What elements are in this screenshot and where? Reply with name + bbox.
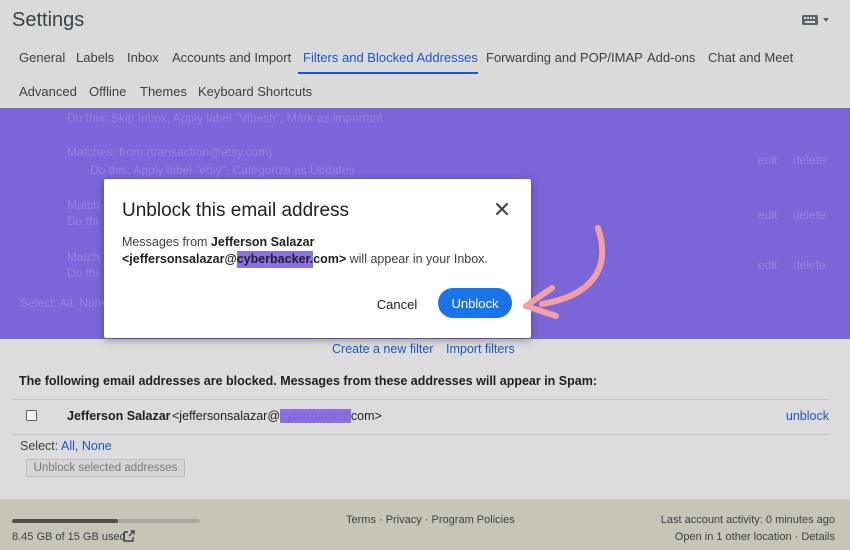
filter-row-text: Do thi xyxy=(67,214,99,228)
tab-keyboard-shortcuts[interactable]: Keyboard Shortcuts xyxy=(198,84,312,99)
dialog-message-prefix: Messages from xyxy=(122,235,211,249)
select-all-link[interactable]: All xyxy=(61,439,75,453)
blocked-sender-name: Jefferson Salazar xyxy=(67,409,171,423)
dialog-sender-name: Jefferson Salazar xyxy=(210,235,315,249)
tab-offline[interactable]: Offline xyxy=(89,84,126,99)
tab-advanced[interactable]: Advanced xyxy=(19,84,77,99)
storage-usage-text: 8.45 GB of 15 GB used xyxy=(12,531,126,543)
email-end: com> xyxy=(350,409,382,423)
tab-chat-and-meet[interactable]: Chat and Meet xyxy=(708,50,793,65)
filter-edit-link: edit xyxy=(758,208,778,222)
unblock-button[interactable]: Unblock xyxy=(438,288,512,318)
dialog-sender-email-start: <jeffersonsalazar@ xyxy=(122,252,237,266)
filter-delete-link: delete xyxy=(793,258,826,272)
dialog-title: Unblock this email address xyxy=(122,200,350,221)
tab-filters-and-blocked-addresses[interactable]: Filters and Blocked Addresses xyxy=(303,50,478,65)
row-checkbox[interactable] xyxy=(26,410,37,421)
filter-edit-link: edit xyxy=(758,258,778,272)
settings-tabs-row-1: General Labels Inbox Accounts and Import… xyxy=(0,40,850,74)
unblock-dialog: Unblock this email address Messages from… xyxy=(104,179,531,338)
tab-accounts-and-import[interactable]: Accounts and Import xyxy=(172,50,291,65)
select-controls: Select: All, None xyxy=(20,439,112,453)
select-none-link[interactable]: None xyxy=(82,439,112,453)
tab-add-ons[interactable]: Add-ons xyxy=(647,50,695,65)
import-filters-link[interactable]: Import filters xyxy=(446,342,515,356)
settings-header: Settings xyxy=(0,0,850,42)
filter-row-text: Do this: Skip Inbox, Apply label "Vibesh… xyxy=(67,111,383,125)
create-filter-link[interactable]: Create a new filter xyxy=(332,342,433,356)
dialog-sender-email-end: com> xyxy=(313,252,347,266)
filter-delete-link: delete xyxy=(793,153,826,167)
last-activity-text: Last account activity: 0 minutes ago xyxy=(660,514,835,526)
blocked-addresses-message: The following email addresses are blocke… xyxy=(19,374,597,388)
row-unblock-link[interactable]: unblock xyxy=(786,409,829,423)
settings-tabs-row-2: Advanced Offline Themes Keyboard Shortcu… xyxy=(0,74,850,108)
divider xyxy=(12,399,830,400)
storage-bar-fill xyxy=(12,519,118,523)
filter-delete-link: delete xyxy=(793,208,826,222)
annotation-arrow-icon xyxy=(523,225,606,319)
keyboard-icon[interactable] xyxy=(802,14,830,26)
blocked-addresses-section: Create a new filter Import filters The f… xyxy=(0,339,850,499)
filter-row-text: Match xyxy=(67,198,100,212)
email-redacted-part: cyberbacker. xyxy=(280,409,351,423)
unblock-selected-button[interactable]: Unblock selected addresses xyxy=(26,459,185,477)
divider xyxy=(12,434,830,435)
filter-select-text: Select: All, None xyxy=(20,296,109,310)
tab-forwarding-pop-imap[interactable]: Forwarding and POP/IMAP xyxy=(486,50,643,65)
close-icon[interactable] xyxy=(492,199,512,219)
email-start: <jeffersonsalazar@ xyxy=(172,409,281,423)
tab-inbox[interactable]: Inbox xyxy=(127,50,159,65)
dialog-sender-email-redacted: cyberbacker. xyxy=(236,251,314,268)
external-link-icon[interactable] xyxy=(122,529,136,543)
dialog-message: Messages from Jefferson Salazar <jefferso… xyxy=(122,234,517,268)
blocked-sender-email: <jeffersonsalazar@cyberbacker.com> xyxy=(172,409,382,423)
tab-general[interactable]: General xyxy=(19,50,65,65)
cancel-button[interactable]: Cancel xyxy=(366,289,428,319)
storage-bar xyxy=(12,519,200,523)
program-policies-links[interactable]: Terms · Privacy · Program Policies xyxy=(346,514,515,526)
filter-edit-link: edit xyxy=(758,153,778,167)
page-title: Settings xyxy=(12,9,85,31)
other-location-details[interactable]: Open in 1 other location · Details xyxy=(675,531,835,543)
dialog-message-suffix: will appear in your Inbox. xyxy=(346,252,488,266)
filter-row-text: Do this: Apply label "etsy", Categorize … xyxy=(90,163,355,177)
tab-themes[interactable]: Themes xyxy=(140,84,187,99)
select-label: Select: xyxy=(20,439,61,453)
select-separator: , xyxy=(74,439,82,453)
settings-footer: 8.45 GB of 15 GB used Terms · Privacy · … xyxy=(0,499,850,550)
filter-row-text: Match xyxy=(67,250,100,264)
filter-row-text: Matches: from:(transaction@etsy.com) xyxy=(67,145,273,159)
tab-labels[interactable]: Labels xyxy=(76,50,114,65)
filter-row-text: Do thi xyxy=(67,266,99,280)
